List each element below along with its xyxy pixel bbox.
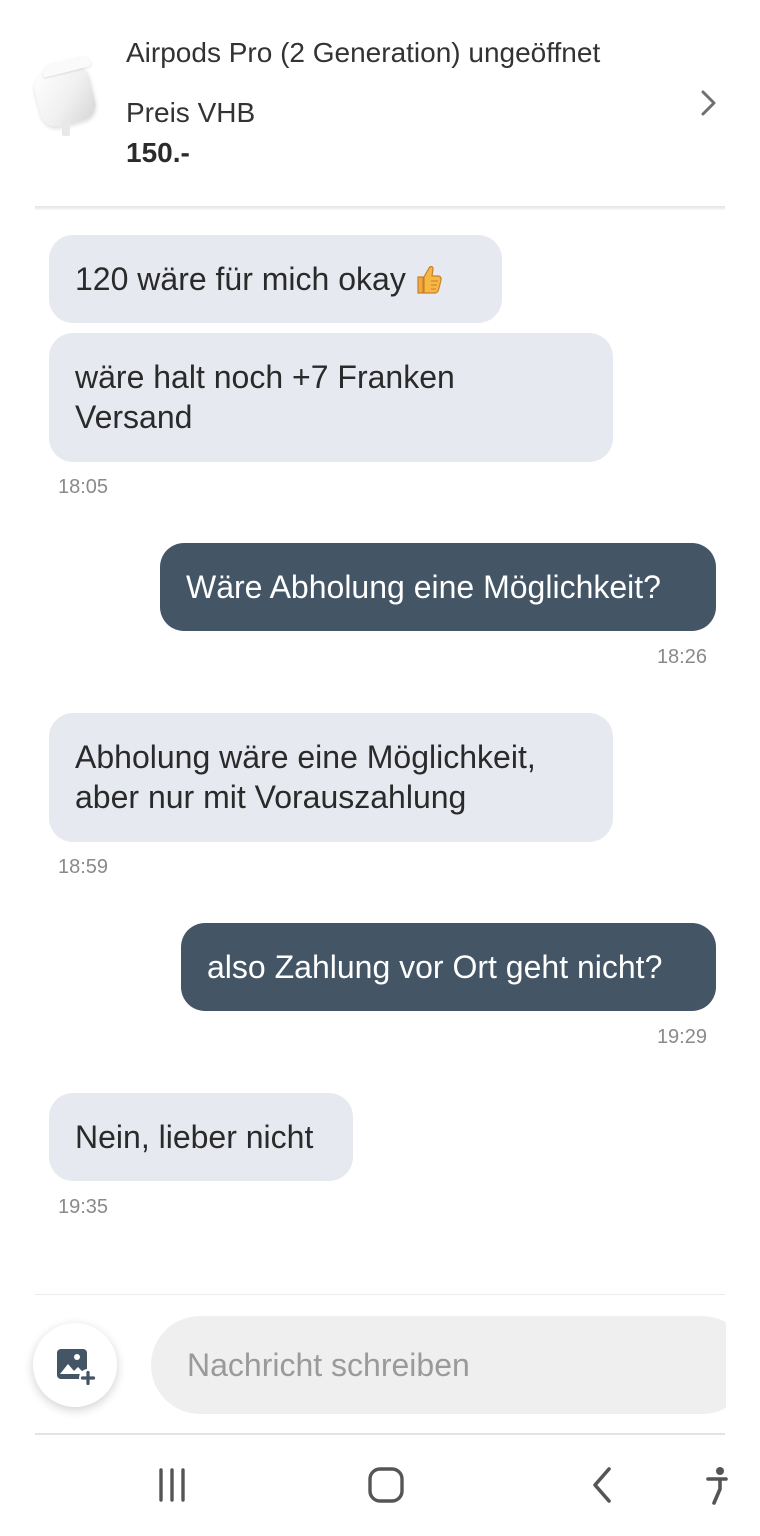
message-timestamp: 19:35 [58, 1196, 109, 1218]
listing-card[interactable]: Airpods Pro (2 Generation) ungeöffnet Pr… [31, 0, 725, 206]
message-bubble-incoming[interactable]: wäre halt noch +7 Franken Versand [49, 333, 613, 462]
recent-apps-icon [159, 1468, 185, 1502]
message-bubble-incoming[interactable]: Abholung wäre eine Möglichkeit, aber nur… [49, 713, 613, 842]
message-bubble-outgoing[interactable]: Wäre Abholung eine Möglichkeit? [160, 543, 716, 631]
back-button[interactable] [580, 1463, 624, 1507]
message-timestamp: 18:59 [58, 856, 109, 878]
message-text: aber nur mit Vorauszahlung [75, 779, 467, 815]
system-navigation-bar [0, 1435, 760, 1536]
message-text: Wäre Abholung eine Möglichkeit? [186, 569, 661, 605]
message-bubble-incoming[interactable]: 120 wäre für mich okay [49, 235, 502, 323]
listing-title: Airpods Pro (2 Generation) ungeöffnet [126, 37, 601, 68]
message-timestamp: 19:29 [656, 1026, 707, 1048]
price-value: 150.- [126, 137, 190, 168]
message-text: Abholung wäre eine Möglichkeit, [75, 739, 536, 775]
thumbs-up-icon [417, 266, 442, 294]
message-timestamp: 18:26 [656, 646, 707, 668]
back-icon [593, 1467, 611, 1503]
recent-apps-button[interactable] [150, 1463, 194, 1507]
attach-image-button[interactable] [33, 1323, 117, 1407]
message-text: also Zahlung vor Ort geht nicht? [207, 949, 663, 985]
chevron-right-icon[interactable] [695, 88, 721, 118]
home-icon [368, 1467, 404, 1503]
message-text: Versand [75, 399, 193, 435]
message-input[interactable] [151, 1316, 751, 1414]
home-button[interactable] [364, 1463, 408, 1507]
price-label: Preis VHB [126, 97, 256, 128]
accessibility-icon [706, 1467, 728, 1505]
message-text: 120 wäre für mich okay [75, 261, 406, 297]
message-bubble-incoming[interactable]: Nein, lieber nicht [49, 1093, 353, 1181]
accessibility-button[interactable] [704, 1463, 728, 1507]
message-bubble-outgoing[interactable]: also Zahlung vor Ort geht nicht? [181, 923, 716, 1011]
composer-divider [35, 1294, 725, 1295]
message-text: Nein, lieber nicht [75, 1119, 314, 1155]
message-text: wäre halt noch +7 Franken [75, 359, 455, 395]
header-divider [35, 206, 725, 210]
product-thumbnail [31, 54, 99, 140]
add-photo-icon [57, 1349, 97, 1387]
message-timestamp: 18:05 [58, 476, 109, 498]
